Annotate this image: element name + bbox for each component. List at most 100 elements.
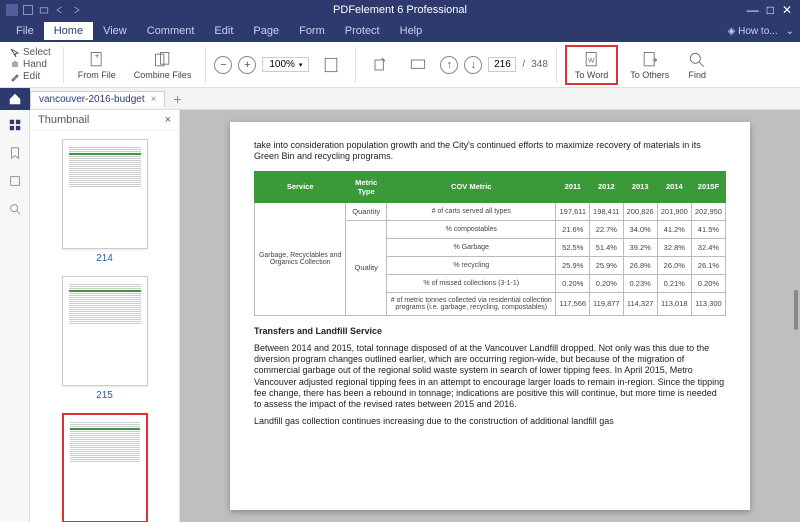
add-tab-button[interactable]: + [165,91,189,107]
thumbnails-icon[interactable] [8,118,22,132]
rotate-button[interactable] [364,53,396,77]
from-file-button[interactable]: + From File [72,48,122,82]
close-panel-icon[interactable]: × [165,114,171,126]
hand-tool[interactable]: Hand [10,59,51,70]
thumbnail-page[interactable] [62,413,148,522]
metric-type-cell: Quality [346,220,387,315]
bookmark-icon[interactable] [8,146,22,160]
value-cell: 200,826 [623,202,657,220]
table-header: 2011 [556,171,590,202]
value-cell: 51.4% [590,238,624,256]
value-cell: 25.9% [556,256,590,274]
intro-paragraph: take into consideration population growt… [254,140,726,163]
redo-icon[interactable] [70,4,82,16]
menu-page[interactable]: Page [243,22,289,40]
combine-files-button[interactable]: Combine Files [128,48,198,82]
next-page-button[interactable]: ↓ [464,56,482,74]
select-tool[interactable]: Select [10,47,51,58]
maximize-button[interactable]: □ [767,3,774,17]
thumbnail-panel: Thumbnail × 214215216 [30,110,180,522]
zoom-level[interactable]: 100%▾ [262,57,309,72]
convert-group-highlight: W To Word [565,45,618,85]
undo-icon[interactable] [54,4,66,16]
value-cell: 201,900 [657,202,691,220]
value-cell: 0.21% [657,274,691,292]
to-word-button[interactable]: W To Word [569,48,614,82]
menu-bar: FileHomeViewCommentEditPageFormProtectHe… [0,20,800,42]
value-cell: 41.2% [657,220,691,238]
page-separator: / [522,59,525,70]
howto-link[interactable]: ◈ How to... [728,26,778,37]
home-tab[interactable] [0,88,30,110]
value-cell: 41.5% [691,220,725,238]
menu-file[interactable]: File [6,22,44,40]
table-header: Service [255,171,346,202]
value-cell: 117,566 [556,292,590,315]
value-cell: 22.7% [590,220,624,238]
thumbnail-label: 214 [96,253,113,264]
save-icon[interactable] [22,4,34,16]
section-heading: Transfers and Landfill Service [254,326,726,337]
value-cell: 26.8% [623,256,657,274]
menu-protect[interactable]: Protect [335,22,390,40]
ribbon-toolbar: Select Hand Edit + From File Combine Fil… [0,42,800,88]
page-view[interactable]: take into consideration population growt… [180,110,800,522]
table-header: 2015F [691,171,725,202]
prev-page-button[interactable]: ↑ [440,56,458,74]
thumbnail-label: 215 [96,390,113,401]
table-header: Metric Type [346,171,387,202]
value-cell: 52.5% [556,238,590,256]
menu-comment[interactable]: Comment [137,22,205,40]
chevron-down-icon[interactable]: ⌄ [786,26,794,37]
svg-text:W: W [588,57,595,64]
value-cell: 21.6% [556,220,590,238]
body-paragraph: Between 2014 and 2015, total tonnage dis… [254,343,726,411]
thumbnail-page[interactable] [62,139,148,249]
document-tab[interactable]: vancouver-2016-budget× [30,91,165,107]
zoom-in-button[interactable]: + [238,56,256,74]
value-cell: 198,411 [590,202,624,220]
print-icon[interactable] [38,4,50,16]
value-cell: 202,950 [691,202,725,220]
menu-help[interactable]: Help [390,22,433,40]
value-cell: 26.1% [691,256,725,274]
table-row: Garbage, Recyclables and Organics Collec… [255,202,726,220]
svg-text:+: + [94,50,99,60]
search-icon[interactable] [8,202,22,216]
pdf-page: take into consideration population growt… [230,122,750,510]
metric-cell: # of carts served all types [387,202,556,220]
metric-cell: % of missed collections (3-1-1) [387,274,556,292]
value-cell: 39.2% [623,238,657,256]
metric-type-cell: Quantity [346,202,387,220]
menu-form[interactable]: Form [289,22,335,40]
value-cell: 0.23% [623,274,657,292]
scrollbar-thumb[interactable] [794,290,798,330]
view-mode-button[interactable] [402,53,434,77]
menu-edit[interactable]: Edit [204,22,243,40]
value-cell: 0.20% [556,274,590,292]
attachment-icon[interactable] [8,174,22,188]
fit-page-button[interactable] [315,53,347,77]
find-button[interactable]: Find [681,48,713,82]
edit-tool[interactable]: Edit [10,71,51,82]
zoom-out-button[interactable]: − [214,56,232,74]
metric-cell: % Garbage [387,238,556,256]
current-page-input[interactable]: 216 [488,57,516,72]
thumbnail-title: Thumbnail [38,114,89,126]
value-cell: 113,300 [691,292,725,315]
service-cell: Garbage, Recyclables and Organics Collec… [255,202,346,315]
thumbnail-page[interactable] [62,276,148,386]
to-others-button[interactable]: To Others [624,48,675,82]
metrics-table: ServiceMetric TypeCOV Metric201120122013… [254,171,726,316]
metric-cell: % recycling [387,256,556,274]
value-cell: 26.0% [657,256,691,274]
menu-home[interactable]: Home [44,22,93,40]
close-tab-icon[interactable]: × [151,94,157,105]
window-title: PDFelement 6 Professional [333,4,467,16]
value-cell: 32.4% [691,238,725,256]
value-cell: 0.20% [590,274,624,292]
menu-view[interactable]: View [93,22,137,40]
close-button[interactable]: ✕ [782,3,792,17]
title-bar: PDFelement 6 Professional — □ ✕ [0,0,800,20]
minimize-button[interactable]: — [747,3,759,17]
